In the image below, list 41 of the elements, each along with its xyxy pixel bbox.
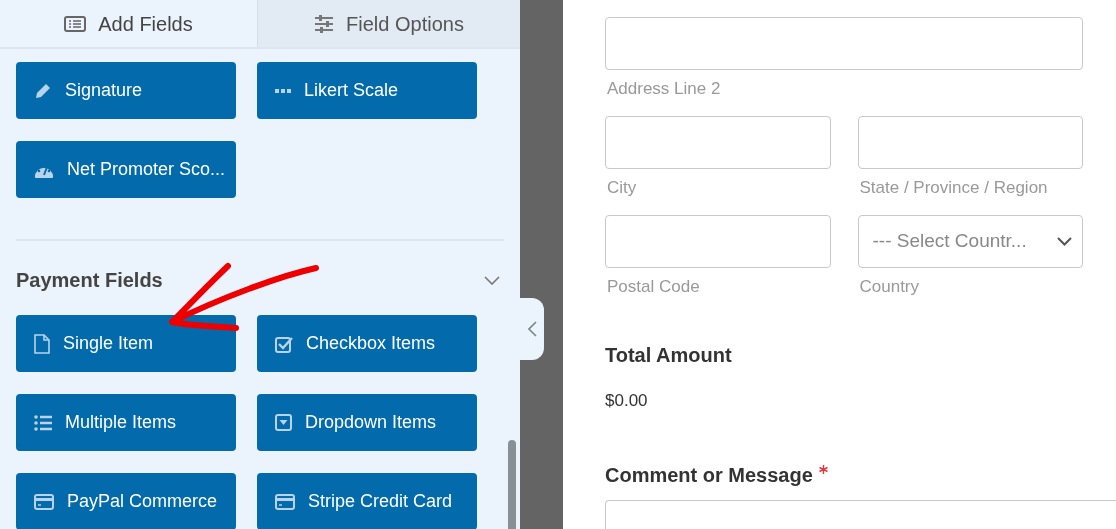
field-sublabel: Country — [859, 276, 921, 298]
field-button[interactable]: Multiple Items — [16, 394, 236, 451]
field-label: Comment or Message — [605, 462, 813, 488]
dropdown-icon — [275, 414, 292, 431]
select-field[interactable]: --- Select Countr... — [857, 215, 1083, 268]
field-button[interactable]: Single Item — [16, 315, 236, 372]
field-sublabel: City — [607, 177, 638, 199]
tab[interactable]: Add Fields — [0, 0, 257, 47]
tab[interactable]: Field Options — [257, 0, 520, 47]
file-icon — [34, 333, 50, 354]
textarea-field[interactable] — [605, 499, 1116, 529]
field-button[interactable]: Signature — [16, 62, 236, 119]
section-title: Payment Fields — [16, 268, 163, 293]
input-field[interactable] — [605, 215, 831, 268]
dots-icon — [275, 88, 291, 93]
input-field[interactable] — [605, 116, 831, 169]
pencil-icon — [34, 81, 52, 100]
field-button[interactable]: PayPal Commerce — [16, 473, 236, 529]
chevron-down-icon[interactable] — [484, 275, 500, 285]
field-sublabel: Address Line 2 — [607, 78, 722, 100]
field-label: Total Amount — [605, 343, 733, 368]
list-icon — [64, 15, 87, 32]
chevron-left-icon — [527, 321, 537, 337]
list-icon — [34, 414, 52, 431]
field-button[interactable]: Checkbox Items — [257, 315, 477, 372]
field-button[interactable]: Stripe Credit Card — [257, 473, 477, 529]
field-sublabel: State / Province / Region — [859, 177, 1049, 199]
collapse-button[interactable] — [520, 298, 544, 360]
checkbox-icon — [275, 334, 293, 353]
credit-card-icon — [34, 493, 54, 510]
total-amount: $0.00 — [605, 390, 649, 412]
field-button[interactable]: Likert Scale — [257, 62, 477, 119]
scrollbar[interactable] — [508, 440, 516, 529]
chevron-down-icon — [1057, 237, 1072, 246]
input-field[interactable] — [605, 17, 1083, 70]
credit-card-icon — [275, 493, 295, 510]
field-button[interactable]: Net Promoter Sco... — [16, 141, 236, 198]
field-button[interactable]: Dropdown Items — [257, 394, 477, 451]
input-field[interactable] — [857, 116, 1083, 169]
field-sublabel: Postal Code — [607, 276, 701, 298]
sliders-icon — [314, 14, 335, 33]
